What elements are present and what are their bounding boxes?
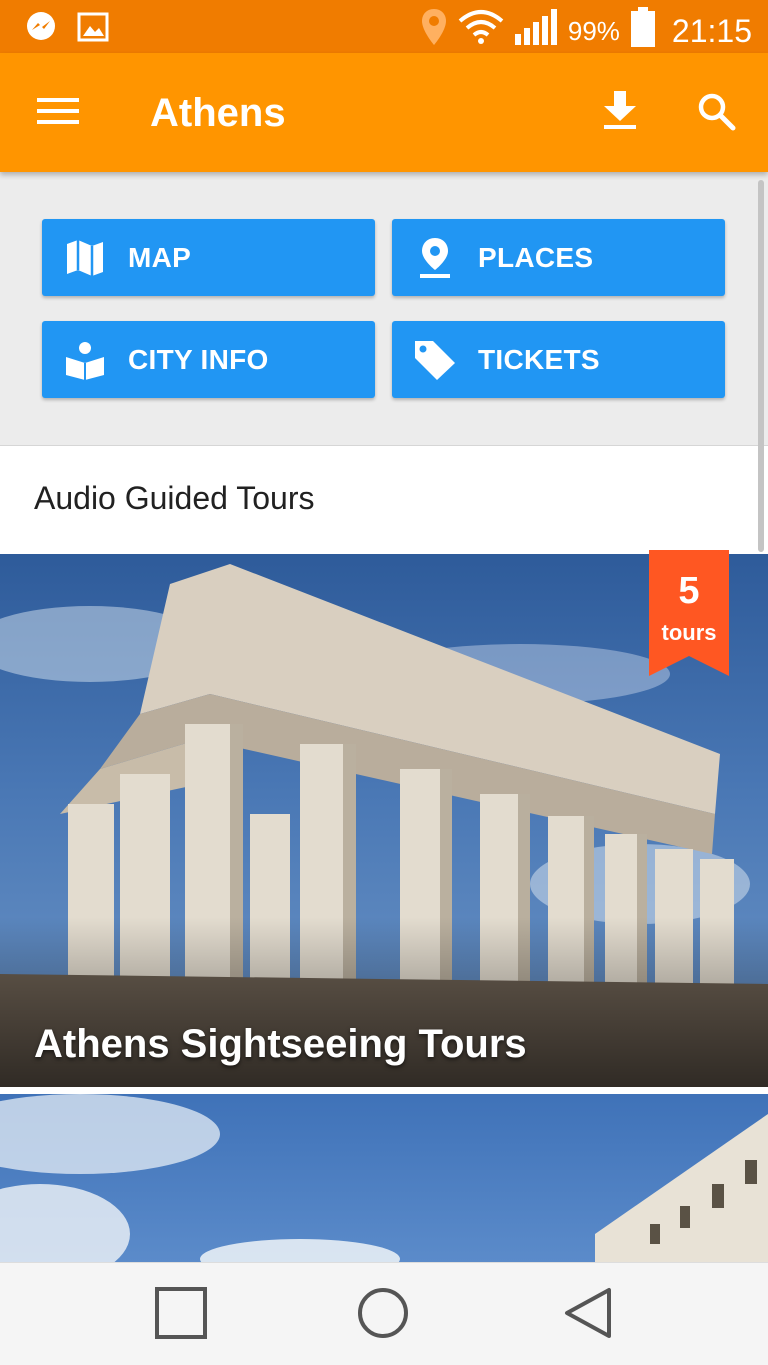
city-info-icon bbox=[42, 340, 128, 380]
wifi-icon bbox=[458, 9, 504, 53]
signal-icon bbox=[514, 8, 558, 54]
recent-apps-icon bbox=[154, 1286, 208, 1345]
tour-card-title: Athens Sightseeing Tours bbox=[34, 1022, 527, 1066]
map-button[interactable]: MAP bbox=[42, 219, 375, 296]
badge-count: 5 bbox=[678, 570, 700, 612]
download-button[interactable] bbox=[590, 83, 650, 143]
status-bar: 99% 21:15 bbox=[0, 0, 768, 53]
recent-apps-button[interactable] bbox=[151, 1285, 211, 1345]
search-button[interactable] bbox=[686, 83, 746, 143]
messenger-icon bbox=[24, 10, 58, 44]
tickets-label: TICKETS bbox=[478, 343, 600, 375]
menu-icon bbox=[37, 96, 79, 131]
clock: 21:15 bbox=[671, 12, 752, 49]
search-icon bbox=[696, 91, 736, 136]
back-icon bbox=[561, 1286, 615, 1345]
battery-icon bbox=[630, 6, 656, 56]
card-divider bbox=[0, 1087, 768, 1094]
location-icon bbox=[420, 7, 448, 55]
badge-unit: tours bbox=[661, 620, 717, 645]
city-info-label: CITY INFO bbox=[128, 343, 269, 375]
places-label: PLACES bbox=[478, 241, 594, 273]
tickets-button[interactable]: TICKETS bbox=[392, 321, 725, 398]
city-info-button[interactable]: CITY INFO bbox=[42, 321, 375, 398]
home-icon bbox=[356, 1286, 410, 1345]
menu-button[interactable] bbox=[26, 83, 90, 143]
tour-card[interactable] bbox=[0, 1094, 768, 1262]
section-header: Audio Guided Tours bbox=[0, 445, 768, 554]
back-button[interactable] bbox=[558, 1285, 618, 1345]
navigation-bar bbox=[0, 1262, 768, 1365]
section-title: Audio Guided Tours bbox=[34, 480, 315, 516]
place-pin-icon bbox=[392, 237, 478, 279]
quick-actions: MAP PLACES CITY INFO TICKETS bbox=[0, 172, 768, 445]
app-bar: Athens bbox=[0, 53, 768, 172]
image-icon bbox=[76, 10, 110, 44]
tours-count-badge: 5 tours bbox=[649, 550, 729, 678]
battery-percent: 99% bbox=[567, 15, 620, 46]
map-icon bbox=[42, 238, 128, 278]
scrollbar[interactable] bbox=[758, 180, 764, 552]
download-icon bbox=[602, 90, 638, 136]
places-button[interactable]: PLACES bbox=[392, 219, 725, 296]
map-label: MAP bbox=[128, 241, 192, 273]
home-button[interactable] bbox=[353, 1285, 413, 1345]
athens-parliament-photo bbox=[0, 1094, 768, 1262]
page-title: Athens bbox=[150, 91, 286, 135]
ticket-tag-icon bbox=[392, 339, 478, 381]
